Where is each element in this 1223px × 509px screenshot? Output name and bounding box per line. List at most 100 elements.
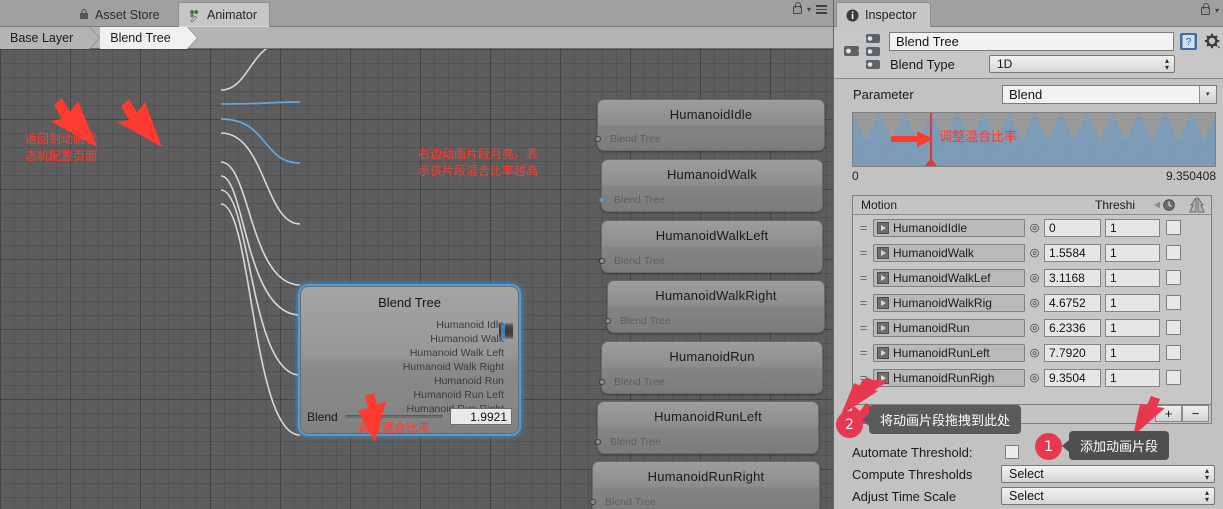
threshold-field[interactable]: 1.5584 — [1044, 243, 1101, 262]
row-drag-handle[interactable]: = — [853, 345, 873, 360]
state-node[interactable]: HumanoidWalkLeft Blend Tree — [599, 220, 823, 273]
state-input-port[interactable] — [595, 439, 601, 445]
gear-icon[interactable] — [1204, 33, 1221, 50]
table-row[interactable]: = HumanoidWalk ◎ 1.5584 1 — [853, 240, 1211, 265]
add-motion-button[interactable]: + — [1155, 405, 1182, 422]
adjust-time-scale-label: Adjust Time Scale — [852, 489, 957, 504]
time-scale-field[interactable]: 1 — [1105, 268, 1160, 287]
blend-tree-output-port[interactable] — [511, 323, 513, 339]
threshold-field[interactable]: 9.3504 — [1044, 368, 1101, 387]
automate-threshold-checkbox[interactable] — [1005, 445, 1019, 459]
object-picker-icon[interactable]: ◎ — [1025, 221, 1044, 234]
object-picker-icon[interactable]: ◎ — [1025, 346, 1044, 359]
row-drag-handle[interactable]: = — [853, 320, 873, 335]
row-drag-handle[interactable]: = — [853, 370, 873, 385]
mirror-checkbox[interactable] — [1166, 345, 1181, 360]
chevron-down-icon[interactable]: ▾ — [807, 5, 811, 14]
animation-clip-icon — [877, 271, 889, 284]
mirror-checkbox[interactable] — [1166, 220, 1181, 235]
motion-object-field[interactable]: HumanoidRun — [873, 318, 1025, 337]
blend-tree-node[interactable]: Blend Tree Humanoid Idle Humanoid Walk H… — [300, 286, 519, 434]
table-row[interactable]: = HumanoidRunRigh ◎ 9.3504 1 — [853, 365, 1211, 390]
threshold-field[interactable]: 0 — [1044, 218, 1101, 237]
row-drag-handle[interactable]: = — [853, 270, 873, 285]
lock-icon[interactable] — [1200, 2, 1210, 15]
row-drag-handle[interactable]: = — [853, 245, 873, 260]
state-input-port[interactable] — [599, 197, 605, 203]
blend-slider[interactable] — [344, 411, 443, 424]
blend-tree-output-label: Humanoid Run — [433, 375, 504, 387]
table-row[interactable]: = HumanoidWalkLef ◎ 3.1168 1 — [853, 265, 1211, 290]
table-row[interactable]: = HumanoidWalkRig ◎ 4.6752 1 — [853, 290, 1211, 315]
mirror-checkbox[interactable] — [1166, 320, 1181, 335]
motion-table[interactable]: Motion Threshi = HumanoidIdle ◎ 0 1 = Hu… — [852, 195, 1212, 405]
chevron-down-icon[interactable]: ▾ — [1215, 6, 1219, 15]
motion-object-field[interactable]: HumanoidRunRigh — [873, 368, 1025, 387]
lock-icon[interactable] — [792, 1, 802, 14]
motion-object-field[interactable]: HumanoidIdle — [873, 218, 1025, 237]
tab-inspector[interactable]: Inspector — [836, 2, 932, 27]
state-input-port[interactable] — [599, 379, 605, 385]
time-scale-field[interactable]: 1 — [1105, 343, 1160, 362]
adjust-time-scale-dropdown[interactable]: Select ▴ ▾ — [1001, 487, 1215, 505]
tab-asset-store[interactable]: Asset Store — [68, 2, 172, 27]
table-row[interactable]: = HumanoidRunLeft ◎ 7.7920 1 — [853, 340, 1211, 365]
table-row[interactable]: = HumanoidRun ◎ 6.2336 1 — [853, 315, 1211, 340]
state-input-port[interactable] — [590, 499, 596, 505]
breadcrumb-base-layer[interactable]: Base Layer — [0, 26, 101, 49]
threshold-field[interactable]: 3.1168 — [1044, 268, 1101, 287]
tab-animator[interactable]: Animator — [178, 2, 271, 27]
hamburger-menu-icon[interactable] — [816, 5, 827, 14]
parameter-dropdown[interactable]: Blend ▾ — [1002, 85, 1217, 104]
state-node[interactable]: HumanoidWalkRight Blend Tree — [605, 280, 825, 333]
chevron-down-icon[interactable]: ▾ — [1199, 86, 1216, 103]
compute-thresholds-dropdown[interactable]: Select ▴ ▾ — [1001, 465, 1215, 483]
time-scale-field[interactable]: 1 — [1105, 368, 1160, 387]
state-node[interactable]: HumanoidWalk Blend Tree — [599, 159, 823, 212]
asset-name-field[interactable]: Blend Tree — [889, 32, 1174, 51]
animator-canvas[interactable]: HumanoidIdle Blend Tree HumanoidWalk Ble… — [0, 49, 833, 509]
state-node[interactable]: HumanoidRunRight Blend Tree — [590, 461, 820, 509]
threshold-field[interactable]: 7.7920 — [1044, 343, 1101, 362]
row-drag-handle[interactable]: = — [853, 220, 873, 235]
blend-value-field[interactable]: 1.9921 — [450, 408, 512, 425]
object-picker-icon[interactable]: ◎ — [1025, 371, 1044, 384]
motion-object-field[interactable]: HumanoidRunLeft — [873, 343, 1025, 362]
remove-motion-button[interactable]: − — [1182, 405, 1209, 422]
object-picker-icon[interactable]: ◎ — [1025, 296, 1044, 309]
blend-graph-annotation: 调整混合比率 — [939, 130, 1018, 145]
object-picker-icon[interactable]: ◎ — [1025, 246, 1044, 259]
blend-graph[interactable]: 调整混合比率 — [852, 112, 1216, 167]
state-input-port[interactable] — [605, 318, 611, 324]
object-picker-icon[interactable]: ◎ — [1025, 321, 1044, 334]
help-book-icon[interactable]: ? — [1179, 32, 1198, 51]
breadcrumb-blend-tree[interactable]: Blend Tree — [100, 26, 198, 49]
mirror-checkbox[interactable] — [1166, 270, 1181, 285]
state-input-port[interactable] — [595, 136, 601, 142]
threshold-field[interactable]: 4.6752 — [1044, 293, 1101, 312]
table-row[interactable]: = HumanoidIdle ◎ 0 1 — [853, 215, 1211, 240]
mirror-checkbox[interactable] — [1166, 370, 1181, 385]
state-node[interactable]: HumanoidRun Blend Tree — [599, 341, 823, 394]
state-node[interactable]: HumanoidIdle Blend Tree — [595, 99, 825, 151]
motion-object-field[interactable]: HumanoidWalk — [873, 243, 1025, 262]
store-icon — [80, 8, 88, 19]
inspector-header: Blend Tree ? Blend Type 1D ▴ ▾ — [834, 27, 1223, 79]
state-input-port[interactable] — [599, 258, 605, 264]
threshold-field[interactable]: 6.2336 — [1044, 318, 1101, 337]
mirror-checkbox[interactable] — [1166, 295, 1181, 310]
motion-object-field[interactable]: HumanoidWalkRig — [873, 293, 1025, 312]
blend-graph-playhead-handle[interactable] — [925, 158, 938, 166]
mirror-checkbox[interactable] — [1166, 245, 1181, 260]
row-drag-handle[interactable]: = — [853, 295, 873, 310]
blend-type-dropdown[interactable]: 1D ▴ ▾ — [989, 55, 1175, 73]
motion-name: HumanoidWalkRig — [893, 295, 992, 310]
time-scale-field[interactable]: 1 — [1105, 293, 1160, 312]
time-scale-field[interactable]: 1 — [1105, 318, 1160, 337]
time-scale-field[interactable]: 1 — [1105, 218, 1160, 237]
state-node[interactable]: HumanoidRunLeft Blend Tree — [595, 401, 819, 454]
adjust-time-scale-row: Adjust Time Scale Select ▴ ▾ — [833, 486, 1223, 508]
object-picker-icon[interactable]: ◎ — [1025, 271, 1044, 284]
motion-object-field[interactable]: HumanoidWalkLef — [873, 268, 1025, 287]
time-scale-field[interactable]: 1 — [1105, 243, 1160, 262]
